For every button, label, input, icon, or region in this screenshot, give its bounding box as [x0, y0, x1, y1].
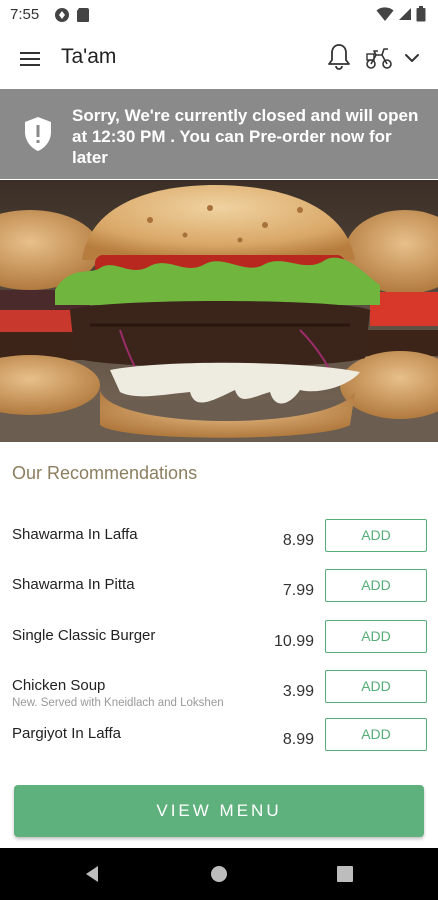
menu-item: Shawarma In Pitta 7.99 ADD [0, 569, 438, 610]
recommendations-heading: Our Recommendations [12, 463, 198, 483]
status-bar: 7:55 [0, 0, 438, 30]
battery-icon [416, 6, 426, 22]
menu-item-price: 7.99 [282, 582, 314, 599]
add-button[interactable]: ADD [325, 718, 427, 751]
menu-item: Single Classic Burger 10.99 ADD [0, 620, 438, 661]
menu-item-name: Pargiyot In Laffa [12, 725, 121, 742]
menu-item: Pargiyot In Laffa 8.99 ADD [0, 718, 438, 759]
add-button[interactable]: ADD [325, 519, 427, 552]
app-notification-icon [55, 8, 69, 22]
hamburger-menu-icon[interactable] [16, 46, 44, 72]
back-icon[interactable] [82, 863, 104, 885]
menu-item-description: New. Served with Kneidlach and Lokshen [12, 697, 224, 709]
system-navigation-bar [0, 848, 438, 900]
closed-notice-text: Sorry, We're currently closed and will o… [72, 106, 419, 167]
menu-item-price: 8.99 [282, 532, 314, 549]
app-title: Ta'am [61, 45, 117, 68]
menu-item-name: Single Classic Burger [12, 627, 156, 644]
add-button[interactable]: ADD [325, 620, 427, 653]
closed-notice-banner: Sorry, We're currently closed and will o… [0, 89, 438, 179]
status-right-icons [376, 6, 426, 22]
home-icon[interactable] [208, 863, 230, 885]
hero-burger-image [0, 180, 438, 442]
view-menu-button[interactable]: VIEW MENU [14, 785, 424, 837]
menu-item-price: 8.99 [282, 731, 314, 748]
wifi-icon [376, 7, 394, 21]
chevron-down-icon[interactable] [402, 48, 422, 68]
menu-item: Shawarma In Laffa 8.99 ADD [0, 519, 438, 560]
delivery-scooter-icon[interactable] [364, 44, 394, 72]
menu-item-price: 10.99 [273, 633, 314, 650]
shield-alert-icon [25, 117, 51, 151]
menu-item-name: Shawarma In Pitta [12, 576, 135, 593]
recents-icon[interactable] [334, 863, 356, 885]
add-button[interactable]: ADD [325, 569, 427, 602]
burger-illustration [0, 180, 438, 442]
menu-item: Chicken Soup New. Served with Kneidlach … [0, 670, 438, 711]
cell-signal-icon [399, 8, 411, 20]
status-left-icons [54, 7, 90, 23]
status-time: 7:55 [10, 6, 40, 23]
sd-card-icon [77, 8, 89, 22]
bell-icon[interactable] [326, 42, 352, 72]
menu-item-name: Shawarma In Laffa [12, 526, 138, 543]
app-bar: Ta'am [0, 30, 438, 88]
add-button[interactable]: ADD [325, 670, 427, 703]
menu-item-price: 3.99 [282, 683, 314, 700]
menu-item-name: Chicken Soup [12, 677, 106, 694]
